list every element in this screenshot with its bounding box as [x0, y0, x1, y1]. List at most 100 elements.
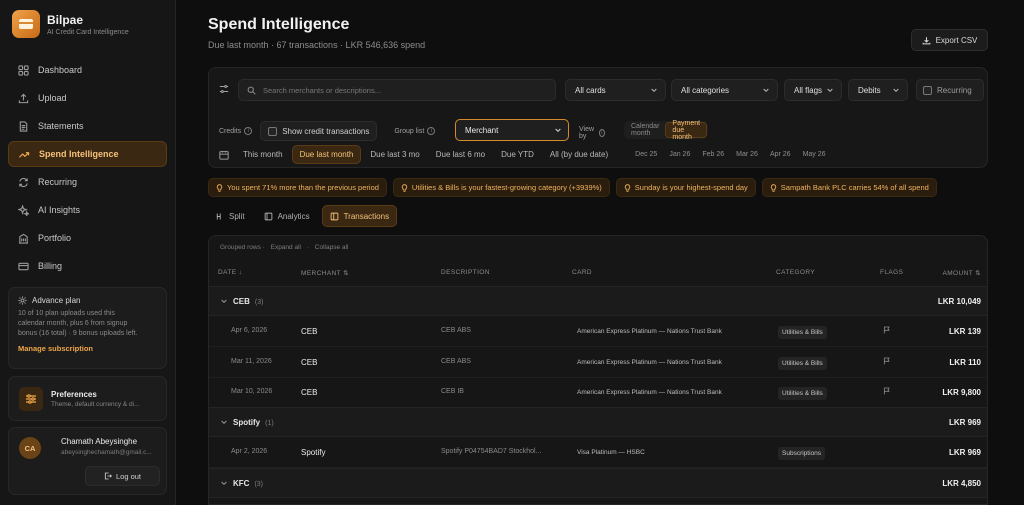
cell-card: American Express Platinum — Nations Trus…: [577, 328, 722, 335]
period-due-last-6-mo[interactable]: Due last 6 mo: [429, 145, 492, 164]
view-by-toggle: Calendar month Payment due month: [624, 120, 709, 141]
group-list-select[interactable]: Merchant: [455, 119, 569, 141]
period-due-last-month[interactable]: Due last month: [291, 145, 362, 164]
sidebar-item-label: AI Insights: [38, 205, 81, 215]
category-badge: Utilities & Bills: [778, 357, 827, 370]
sidebar-item-ai-insights[interactable]: AI Insights: [8, 197, 167, 223]
month-feb-26[interactable]: Feb 26: [702, 151, 724, 158]
cards-select[interactable]: All cards: [565, 79, 666, 101]
options-row: Credits i Show credit transactions Group …: [219, 119, 709, 142]
insights-row: You spent 71% more than the previous per…: [208, 178, 988, 197]
flag-icon[interactable]: [883, 357, 891, 365]
building-icon: [16, 231, 30, 245]
collapse-all-link[interactable]: Collapse all: [315, 244, 349, 251]
view-by-calendar-month[interactable]: Calendar month: [625, 122, 665, 138]
info-icon[interactable]: i: [244, 127, 253, 135]
view-by-label: View by i: [579, 126, 606, 140]
table-row[interactable]: Mar 11, 2026 CEB CEB ABS American Expres…: [209, 348, 987, 378]
expand-all-link[interactable]: Expand all: [271, 244, 301, 251]
recurring-checkbox[interactable]: Recurring: [916, 79, 984, 101]
repeat-icon: [16, 175, 30, 189]
manage-subscription-link[interactable]: Manage subscription: [18, 344, 157, 353]
brand[interactable]: Bilpae AI Credit Card Intelligence: [12, 10, 129, 38]
table-row[interactable]: Apr 6, 2026 CEB CEB ABS American Express…: [209, 317, 987, 347]
avatar[interactable]: CA: [19, 437, 41, 459]
table-row[interactable]: Apr 2, 2026 Spotify Spotify P04754BAD7 S…: [209, 438, 987, 468]
month-may-26[interactable]: May 26: [803, 151, 826, 158]
lightbulb-icon: [770, 183, 777, 192]
info-icon[interactable]: i: [598, 129, 606, 137]
preferences-card[interactable]: Preferences Theme, default currency & di…: [8, 376, 167, 421]
sidebar-item-label: Spend Intelligence: [39, 149, 119, 159]
table-row[interactable]: Mar 10, 2026 CEB CEB IB American Express…: [209, 378, 987, 408]
month-mar-26[interactable]: Mar 26: [736, 151, 758, 158]
cell-description: CEB ABS: [441, 358, 471, 365]
period-this-month[interactable]: This month: [236, 145, 290, 164]
flag-icon[interactable]: [883, 387, 891, 395]
categories-select[interactable]: All categories: [671, 79, 778, 101]
chevron-down-icon: [826, 86, 834, 94]
user-card: CA Chamath Abeysinghe abeysinghechamath@…: [8, 427, 167, 495]
download-icon: [922, 36, 931, 45]
period-due-ytd[interactable]: Due YTD: [494, 145, 541, 164]
group-row[interactable]: Spotify (1) LKR 969: [209, 407, 987, 437]
user-email: abeysinghechamath@gmail.c...: [61, 449, 152, 456]
tab-split[interactable]: Split: [208, 205, 252, 227]
plan-title: Advance plan: [32, 296, 81, 305]
cell-description: CEB ABS: [441, 327, 471, 334]
column-date[interactable]: DATE ↓: [218, 269, 242, 276]
chevron-down-icon: [650, 86, 658, 94]
gear-icon: [18, 296, 27, 305]
sidebar-item-billing[interactable]: Billing: [8, 253, 167, 279]
export-csv-button[interactable]: Export CSV: [911, 29, 988, 51]
month-apr-26[interactable]: Apr 26: [770, 151, 791, 158]
tab-transactions[interactable]: Transactions: [321, 205, 398, 227]
search-input[interactable]: [263, 85, 543, 95]
sidebar-item-label: Portfolio: [38, 233, 72, 243]
brand-name: Bilpae: [47, 12, 84, 27]
period-due-last-3-mo[interactable]: Due last 3 mo: [363, 145, 426, 164]
cell-merchant: CEB: [301, 327, 318, 336]
view-by-payment-due-month[interactable]: Payment due month: [665, 120, 708, 141]
chevron-down-icon: [220, 297, 228, 305]
direction-select[interactable]: Debits: [848, 79, 908, 101]
group-list-label: Group list i: [394, 127, 436, 135]
sidebar-item-dashboard[interactable]: Dashboard: [8, 57, 167, 83]
preferences-subtitle: Theme, default currency & di...: [51, 400, 140, 408]
column-description: DESCRIPTION: [441, 269, 490, 276]
insight-chip[interactable]: You spent 71% more than the previous per…: [208, 178, 387, 197]
chevron-down-icon: [220, 418, 228, 426]
filter-icon[interactable]: [219, 84, 229, 94]
column-amount[interactable]: AMOUNT ⇅: [943, 269, 982, 277]
cell-date: Apr 6, 2026: [231, 327, 268, 334]
month-dec-25[interactable]: Dec 25: [635, 151, 657, 158]
column-merchant[interactable]: MERCHANT ⇅: [301, 269, 349, 277]
month-jan-26[interactable]: Jan 26: [669, 151, 690, 158]
calendar-icon: [219, 150, 229, 160]
flag-icon[interactable]: [883, 326, 891, 334]
sidebar-item-portfolio[interactable]: Portfolio: [8, 225, 167, 251]
tab-analytics[interactable]: Analytics: [257, 205, 317, 227]
sidebar-item-upload[interactable]: Upload: [8, 85, 167, 111]
page-title: Spend Intelligence: [208, 16, 350, 33]
insight-chip[interactable]: Utilities & Bills is your fastest-growin…: [392, 178, 610, 197]
group-row[interactable]: KFC (3) LKR 4,850: [209, 468, 987, 498]
category-badge: Subscriptions: [778, 447, 826, 460]
period-all[interactable]: All (by due date): [543, 145, 615, 164]
logout-button[interactable]: Log out: [85, 466, 160, 486]
insight-chip[interactable]: Sunday is your highest-spend day: [615, 178, 756, 197]
dashboard-icon: [16, 63, 30, 77]
cell-date: Apr 2, 2026: [231, 448, 268, 455]
column-flags: FLAGS: [880, 269, 904, 276]
checkbox-icon: [923, 85, 932, 95]
group-row[interactable]: CEB (3) LKR 10,049: [209, 286, 987, 316]
sidebar-item-spend-intelligence[interactable]: Spend Intelligence: [8, 141, 167, 167]
insight-chip[interactable]: Sampath Bank PLC carries 54% of all spen…: [761, 178, 937, 197]
flags-select[interactable]: All flags: [784, 79, 842, 101]
category-badge: Utilities & Bills: [778, 387, 827, 400]
sidebar-item-recurring[interactable]: Recurring: [8, 169, 167, 195]
sidebar-item-statements[interactable]: Statements: [8, 113, 167, 139]
info-icon[interactable]: i: [427, 127, 436, 135]
group-name: Spotify (1): [233, 418, 274, 427]
show-credit-toggle[interactable]: Show credit transactions: [260, 121, 378, 141]
